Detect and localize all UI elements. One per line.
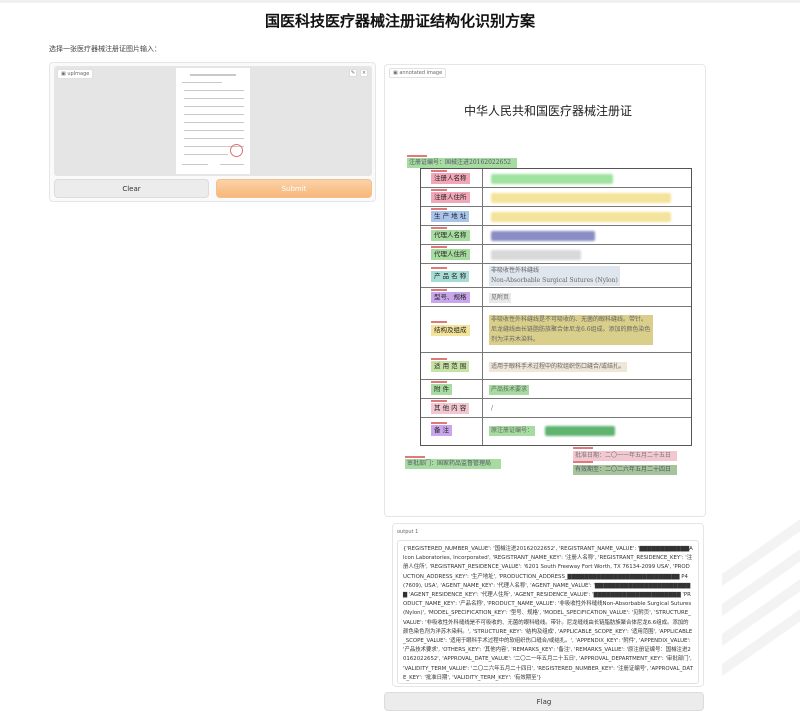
output-textbox[interactable]: {'REGISTERED_NUMBER_VALUE': '国械注进2016202… bbox=[397, 540, 699, 684]
field-label: 生 产 地 址 bbox=[431, 211, 470, 222]
annotated-image-tag: ▣ annotated image bbox=[389, 68, 447, 78]
field-label: 代理人名称 bbox=[431, 230, 470, 241]
close-icon[interactable]: × bbox=[360, 69, 368, 77]
field-label: 适 用 范 围 bbox=[431, 361, 470, 372]
table-row: 附 件 产品技术要求 bbox=[421, 380, 691, 399]
top-divider bbox=[0, 0, 800, 3]
field-value: 非吸收性外科缝线 Non-Absorbable Surgical Sutures … bbox=[489, 266, 620, 286]
field-label: 结构及组成 bbox=[431, 324, 470, 336]
output-text: {'REGISTERED_NUMBER_VALUE': '国械注进2016202… bbox=[403, 546, 694, 681]
redacted-value bbox=[491, 173, 613, 184]
field-label: 备 注 bbox=[431, 425, 453, 436]
image-input-panel: ▣ upImage ✎ × Clear Submit bbox=[49, 62, 376, 202]
table-row: 产 品 名 称 非吸收性外科缝线 Non-Absorbable Surgical S… bbox=[421, 264, 691, 288]
redacted-value bbox=[491, 192, 671, 203]
approval-department: 审批部门：国家药品监督管理局 bbox=[405, 459, 501, 469]
input-instruction: 选择一张医疗器械注册证图片输入： bbox=[49, 45, 161, 53]
uploaded-certificate-thumbnail bbox=[176, 68, 250, 174]
image-upload-area[interactable]: ▣ upImage ✎ × bbox=[54, 66, 372, 176]
field-label: 其 他 内 容 bbox=[431, 403, 470, 414]
table-row: 代理人名称 bbox=[421, 226, 691, 245]
redacted-value bbox=[491, 249, 581, 260]
field-value: 见附页 bbox=[489, 292, 512, 303]
upload-tag: ▣ upImage bbox=[57, 69, 94, 79]
table-row: 注册人名称 bbox=[421, 169, 691, 188]
certificate-table: 注册人名称 注册人住所生 产 地 址代理人名称 代理人住所产 品 名 称非吸收性外科… bbox=[420, 168, 692, 446]
annotated-image-panel: ▣ annotated image 中华人民共和国医疗器械注册证 注册证编号：国… bbox=[384, 64, 706, 517]
submit-button[interactable]: Submit bbox=[216, 179, 372, 198]
edit-icon[interactable]: ✎ bbox=[349, 69, 357, 77]
table-row: 结构及组成 非吸收性外科缝线是不可吸收的、无菌的眼科缝线。带针。 尼龙缝线由长链脂肪… bbox=[421, 307, 691, 353]
annotated-certificate: 中华人民共和国医疗器械注册证 注册证编号：国械注进20162022652 注册人… bbox=[403, 90, 693, 490]
table-row: 适 用 范 围 适用于眼科手术过程中的软组织伤口缝合/或结扎。 bbox=[421, 353, 691, 380]
table-row: 备 注 原注册证编号： bbox=[421, 418, 691, 443]
field-label: 产 品 名 称 bbox=[431, 270, 470, 282]
approval-date: 批准日期：二〇一一年五月二十五日 bbox=[573, 451, 677, 461]
field-value: 适用于眼科手术过程中的软组织伤口缝合/或结扎。 bbox=[489, 361, 628, 372]
redacted-value bbox=[491, 230, 595, 241]
table-row: 型号、规格 见附页 bbox=[421, 288, 691, 307]
output-panel: output 1 {'REGISTERED_NUMBER_VALUE': '国械… bbox=[392, 523, 704, 687]
seal-icon bbox=[230, 144, 243, 157]
redacted-value bbox=[491, 211, 671, 222]
upload-tag-label: upImage bbox=[67, 71, 90, 77]
field-value: 产品技术要求 bbox=[489, 384, 530, 395]
field-label: 注册人住所 bbox=[431, 192, 470, 203]
field-value: 原注册证编号： bbox=[489, 425, 536, 436]
field-value: 非吸收性外科缝线是不可吸收的、无菌的眼科缝线。带针。 尼龙缝线由长链脂肪族聚合体尼… bbox=[489, 315, 653, 345]
flag-button[interactable]: Flag bbox=[384, 692, 704, 711]
output-label: output 1 bbox=[397, 529, 419, 535]
decorative-stripes bbox=[722, 480, 800, 719]
registration-number: 注册证编号：国械注进20162022652 bbox=[407, 158, 517, 168]
validity-term: 有效期至：二〇二六年五月二十四日 bbox=[573, 465, 677, 475]
table-row: 注册人住所 bbox=[421, 188, 691, 207]
field-value: / bbox=[491, 404, 494, 412]
table-row: 生 产 地 址 bbox=[421, 207, 691, 226]
field-label: 注册人名称 bbox=[431, 173, 470, 184]
annotated-tag-label: annotated image bbox=[399, 70, 443, 76]
certificate-title: 中华人民共和国医疗器械注册证 bbox=[463, 104, 632, 118]
clear-button[interactable]: Clear bbox=[54, 179, 209, 198]
field-label: 型号、规格 bbox=[431, 292, 470, 303]
table-row: 代理人住所 bbox=[421, 245, 691, 264]
field-label: 代理人住所 bbox=[431, 249, 470, 260]
page-title: 国医科技医疗器械注册证结构化识别方案 bbox=[264, 12, 535, 30]
field-label: 附 件 bbox=[431, 384, 453, 395]
table-row: 其 他 内 容 / bbox=[421, 399, 691, 418]
